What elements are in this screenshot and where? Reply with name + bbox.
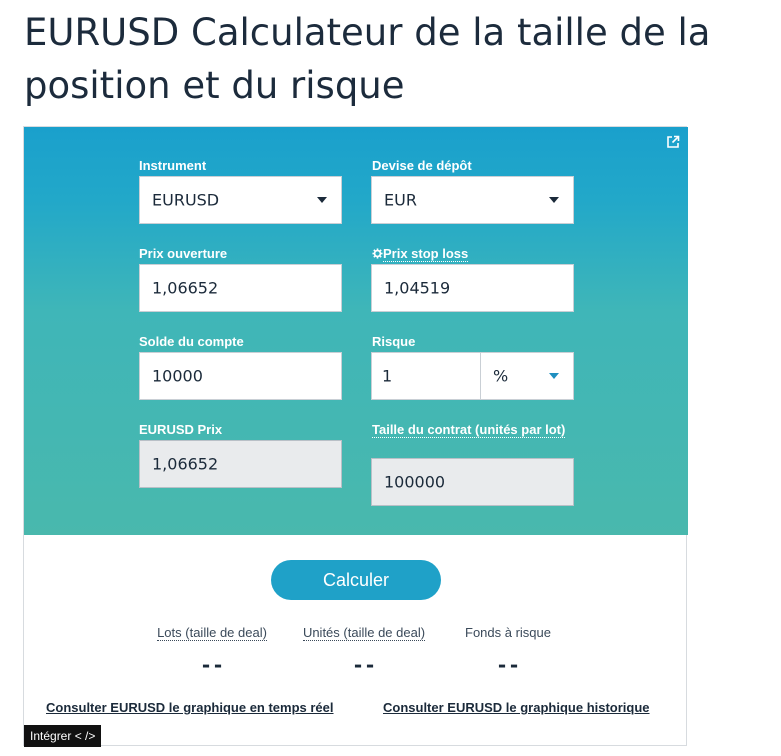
realtime-chart-link[interactable]: Consulter EURUSD le graphique en temps r… xyxy=(46,700,334,715)
deposit-currency-select[interactable]: EUR xyxy=(371,176,574,224)
instrument-select[interactable]: EURUSD xyxy=(139,176,342,224)
instrument-label: Instrument xyxy=(139,158,207,173)
deposit-currency-value: EUR xyxy=(384,190,417,210)
chevron-down-icon xyxy=(549,373,559,379)
risk-input[interactable]: 1 xyxy=(371,352,481,400)
chevron-down-icon xyxy=(317,197,327,203)
embed-button[interactable]: Intégrer < /> xyxy=(24,725,102,747)
open-price-value: 1,06652 xyxy=(152,278,219,298)
position-size-calculator: Instrument EURUSD Devise de dépôt EUR Pr… xyxy=(23,126,688,747)
stop-loss-label[interactable]: Prix stop loss xyxy=(372,246,469,262)
stop-loss-label-text: Prix stop loss xyxy=(383,246,469,262)
account-balance-label: Solde du compte xyxy=(139,334,244,349)
result-units-value: -- xyxy=(351,653,377,677)
calculator-form-panel: Instrument EURUSD Devise de dépôt EUR Pr… xyxy=(24,127,688,535)
contract-size-label-text: Taille du contrat (unités par lot) xyxy=(372,422,566,438)
result-lots-label-text: Lots (taille de deal) xyxy=(157,625,267,641)
contract-size-field: 100000 xyxy=(371,458,574,506)
risk-value: 1 xyxy=(382,366,393,386)
deposit-currency-label: Devise de dépôt xyxy=(372,158,472,173)
historical-chart-link[interactable]: Consulter EURUSD le graphique historique xyxy=(383,700,650,715)
result-lots-value: -- xyxy=(199,653,225,677)
pair-price-value: 1,06652 xyxy=(152,454,219,474)
external-link-icon[interactable] xyxy=(666,135,680,149)
contract-size-value: 100000 xyxy=(384,472,446,492)
result-risk-funds-label: Fonds à risque xyxy=(465,625,551,640)
result-risk-funds-value: -- xyxy=(495,653,521,677)
pair-price-label: EURUSD Prix xyxy=(139,422,223,437)
result-units-label-text: Unités (taille de deal) xyxy=(302,625,426,641)
calculate-button[interactable]: Calculer xyxy=(271,560,441,600)
chevron-down-icon xyxy=(549,197,559,203)
risk-unit-value: % xyxy=(493,366,509,386)
stop-loss-value: 1,04519 xyxy=(384,278,451,298)
page-title: EURUSD Calculateur de la taille de la po… xyxy=(24,11,711,107)
contract-size-label[interactable]: Taille du contrat (unités par lot) xyxy=(372,422,572,438)
stop-loss-input[interactable]: 1,04519 xyxy=(371,264,574,312)
open-price-input[interactable]: 1,06652 xyxy=(139,264,342,312)
account-balance-input[interactable]: 10000 xyxy=(139,352,342,400)
gear-icon xyxy=(372,248,383,259)
result-units-label[interactable]: Unités (taille de deal) xyxy=(288,625,440,641)
risk-label: Risque xyxy=(372,334,416,349)
risk-unit-select[interactable]: % xyxy=(480,352,574,400)
instrument-value: EURUSD xyxy=(152,190,220,210)
account-balance-value: 10000 xyxy=(152,366,203,386)
pair-price-field: 1,06652 xyxy=(139,440,342,488)
open-price-label: Prix ouverture xyxy=(139,246,228,261)
result-lots-label[interactable]: Lots (taille de deal) xyxy=(134,625,290,641)
